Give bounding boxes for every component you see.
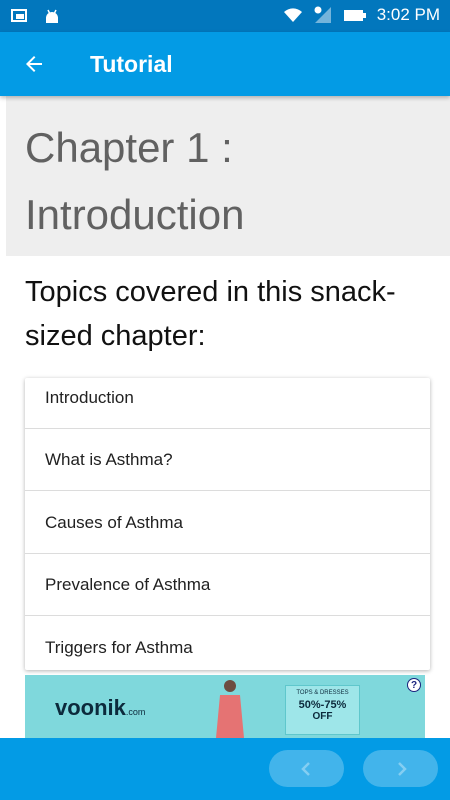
ad-brand-logo: voonik.com xyxy=(55,695,146,720)
topics-heading: Topics covered in this snack-sized chapt… xyxy=(25,276,396,352)
topic-label: Causes of Asthma xyxy=(45,512,183,532)
topic-item-what-is-asthma[interactable]: What is Asthma? xyxy=(25,429,430,491)
bottom-nav-bar xyxy=(0,738,450,800)
ad-offer-box: TOPS & DRESSES 50%-75% OFF xyxy=(285,685,360,735)
battery-icon xyxy=(343,10,366,21)
previous-button[interactable] xyxy=(269,750,344,787)
signal-icon xyxy=(314,6,331,23)
chapter-header: Chapter 1 : Introduction xyxy=(6,96,450,256)
app-bar: Tutorial xyxy=(0,32,450,96)
topic-item-causes[interactable]: Causes of Asthma xyxy=(25,492,430,554)
wifi-icon xyxy=(283,8,302,22)
topic-item-introduction[interactable]: Introduction xyxy=(25,367,430,429)
next-button[interactable] xyxy=(363,750,438,787)
topic-item-prevalence[interactable]: Prevalence of Asthma xyxy=(25,554,430,616)
status-bar: 3:02 PM xyxy=(0,0,450,32)
question-icon[interactable]: ? xyxy=(407,678,421,692)
topic-label: Introduction xyxy=(45,387,134,407)
topic-list: Introduction What is Asthma? Causes of A… xyxy=(25,378,430,670)
topic-label: What is Asthma? xyxy=(45,449,173,469)
chapter-title: Chapter 1 : Introduction xyxy=(25,124,245,238)
ad-model-image xyxy=(216,680,244,738)
chevron-right-icon xyxy=(397,761,407,776)
status-time: 3:02 PM xyxy=(376,5,440,24)
chevron-left-icon xyxy=(300,761,310,776)
topic-item-triggers[interactable]: Triggers for Asthma xyxy=(25,617,430,679)
android-icon xyxy=(46,9,58,23)
topic-label: Triggers for Asthma xyxy=(45,638,193,657)
screen-cast-icon xyxy=(11,9,27,22)
back-button[interactable] xyxy=(18,48,50,80)
app-title: Tutorial xyxy=(90,51,173,77)
arrow-back-icon xyxy=(26,56,42,72)
topic-label: Prevalence of Asthma xyxy=(45,574,211,594)
ad-banner[interactable]: voonik.com TOPS & DRESSES 50%-75% OFF ? xyxy=(25,675,425,738)
